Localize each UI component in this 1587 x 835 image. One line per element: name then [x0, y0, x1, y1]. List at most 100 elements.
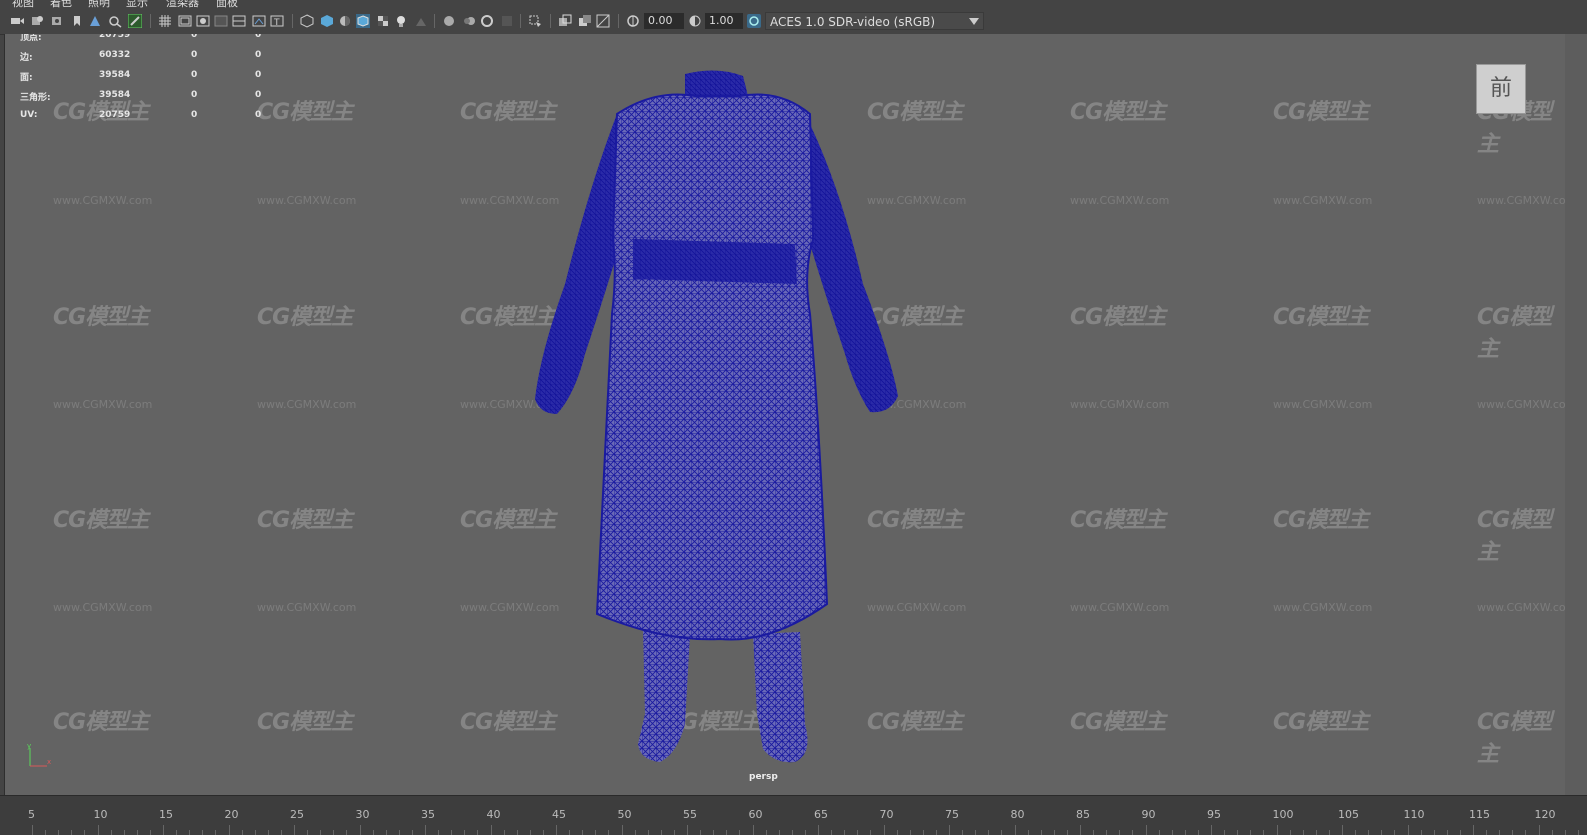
- gate-mask-icon[interactable]: [214, 14, 228, 28]
- timeline-tick-mark: [149, 830, 151, 835]
- timeline-tick-mark: [346, 830, 348, 835]
- timeline-tick-mark: [608, 830, 610, 835]
- timeline-tick-mark: [660, 830, 662, 835]
- timeline-tick-mark: [1512, 830, 1514, 835]
- anti-aliasing-icon[interactable]: [480, 14, 494, 28]
- timeline-tick-mark: [438, 830, 440, 835]
- bookmark-camera-icon[interactable]: [50, 14, 64, 28]
- exposure-field[interactable]: 0.00: [644, 13, 684, 29]
- wireframe-on-shaded-icon[interactable]: [356, 14, 370, 28]
- menu-shading[interactable]: 着色: [50, 0, 72, 8]
- xray-joints-icon[interactable]: [578, 14, 592, 28]
- timeline-tick-mark: [673, 830, 675, 835]
- timeline-tick-mark: [1132, 830, 1134, 835]
- timeline-tick-mark: [1066, 830, 1068, 835]
- resolution-gate-icon[interactable]: [196, 14, 210, 28]
- timeline-tick-label: 100: [1272, 808, 1294, 821]
- timeline-tick-mark: [215, 830, 217, 835]
- timeline-tick-mark: [975, 830, 977, 835]
- timeline-tick-mark: [909, 830, 911, 835]
- timeline-tick-mark: [896, 830, 898, 835]
- timeline-tick-mark: [1106, 830, 1108, 835]
- exposure-icon[interactable]: [626, 14, 640, 28]
- timeline-tick-mark: [1499, 830, 1501, 835]
- timeline-tick-mark: [451, 830, 453, 835]
- timeline-tick-label: 20: [224, 808, 239, 821]
- image-plane-icon[interactable]: [88, 14, 102, 28]
- timeline-tick-label: 95: [1207, 808, 1221, 821]
- grease-pencil-icon[interactable]: [128, 14, 142, 28]
- gamma-icon[interactable]: [688, 14, 702, 28]
- timeline-tick-mark: [189, 830, 191, 835]
- timeline-tick-mark: [398, 830, 400, 835]
- timeline-tick-label: 110: [1403, 808, 1425, 821]
- viewport-persp[interactable]: CG模型主 CG模型主 CG模型主 CG模型主 www.CGMXW.com www.CGM…: [4, 34, 1566, 795]
- timeline-tick-mark: [1551, 830, 1553, 835]
- timeline-tick-mark: [411, 830, 413, 835]
- safe-action-icon[interactable]: [252, 14, 266, 28]
- bookmark-icon[interactable]: [70, 14, 84, 28]
- timeline-tick-mark: [582, 830, 584, 835]
- timeline-tick-mark: [202, 830, 204, 835]
- timeline-tick-mark: [595, 830, 597, 835]
- viewport-right-edge: [1565, 34, 1587, 795]
- xray-components-icon[interactable]: [596, 14, 610, 28]
- coat-mesh[interactable]: [5, 34, 1566, 795]
- menu-view[interactable]: 视图: [12, 0, 34, 8]
- timeline-tick-mark: [267, 830, 269, 835]
- timeline-tick-mark: [516, 830, 518, 835]
- color-space-dropdown[interactable]: ACES 1.0 SDR-video (sRGB): [765, 12, 984, 30]
- default-material-icon[interactable]: [338, 14, 352, 28]
- ambient-occlusion-icon[interactable]: [442, 14, 456, 28]
- textured-icon[interactable]: [376, 14, 390, 28]
- timeline-tick-mark: [84, 830, 86, 835]
- timeline-tick-label: 70: [879, 808, 894, 821]
- camera-select-icon[interactable]: [10, 14, 24, 28]
- timeline-tick-label: 75: [945, 808, 959, 821]
- timeline-tick-mark: [1237, 830, 1239, 835]
- menu-panels[interactable]: 面板: [216, 0, 238, 8]
- menu-renderer[interactable]: 渲染器: [166, 0, 199, 8]
- isolate-select-icon[interactable]: [528, 14, 542, 28]
- lights-icon[interactable]: [394, 14, 408, 28]
- menu-lighting[interactable]: 照明: [88, 0, 110, 8]
- timeline-tick-mark: [1564, 830, 1566, 835]
- timeline-tick-mark: [477, 830, 479, 835]
- gamma-field[interactable]: 1.00: [705, 13, 743, 29]
- timeline-tick-label: 10: [93, 808, 108, 821]
- 2d-pan-zoom-icon[interactable]: [108, 14, 122, 28]
- film-gate-icon[interactable]: [178, 14, 192, 28]
- view-transform-icon[interactable]: [747, 14, 761, 28]
- xray-icon[interactable]: [558, 14, 572, 28]
- depth-of-field-icon[interactable]: [500, 14, 514, 28]
- grid-icon[interactable]: [158, 14, 172, 28]
- timeline-tick-label: 60: [748, 808, 763, 821]
- timeline-tick-mark: [1171, 830, 1173, 835]
- menu-show[interactable]: 显示: [126, 0, 148, 8]
- svg-text:T: T: [273, 18, 280, 28]
- time-slider[interactable]: 5 10 15 20 25 30 35 40 45 50 55 60 65 70 75 80 85 90 95 100…: [0, 795, 1587, 835]
- field-chart-icon[interactable]: [232, 14, 246, 28]
- wireframe-icon[interactable]: [300, 14, 314, 28]
- timeline-tick-mark: [58, 830, 60, 835]
- timeline-tick-mark: [333, 830, 335, 835]
- timeline-tick-label: 5: [28, 808, 35, 821]
- timeline-tick-mark: [136, 830, 138, 835]
- timeline-tick-label: 120: [1534, 808, 1556, 821]
- timeline-tick-mark: [831, 830, 833, 835]
- camera-attributes-icon[interactable]: [30, 14, 44, 28]
- timeline-tick-label: 55: [683, 808, 697, 821]
- timeline-tick-mark: [1446, 830, 1448, 835]
- smooth-shade-icon[interactable]: [320, 14, 334, 28]
- safe-title-icon[interactable]: T: [270, 14, 284, 28]
- shadows-icon[interactable]: [414, 14, 428, 28]
- timeline-tick-mark: [1302, 830, 1304, 835]
- timeline-tick-label: 35: [421, 808, 435, 821]
- timeline-tick-mark: [791, 830, 793, 835]
- motion-blur-icon[interactable]: [462, 14, 476, 28]
- timeline-tick-mark: [804, 830, 806, 835]
- timeline-tick-mark: [1119, 830, 1121, 835]
- timeline-tick-mark: [385, 830, 387, 835]
- viewcube[interactable]: 前: [1476, 64, 1526, 114]
- timeline-tick-mark: [988, 830, 990, 835]
